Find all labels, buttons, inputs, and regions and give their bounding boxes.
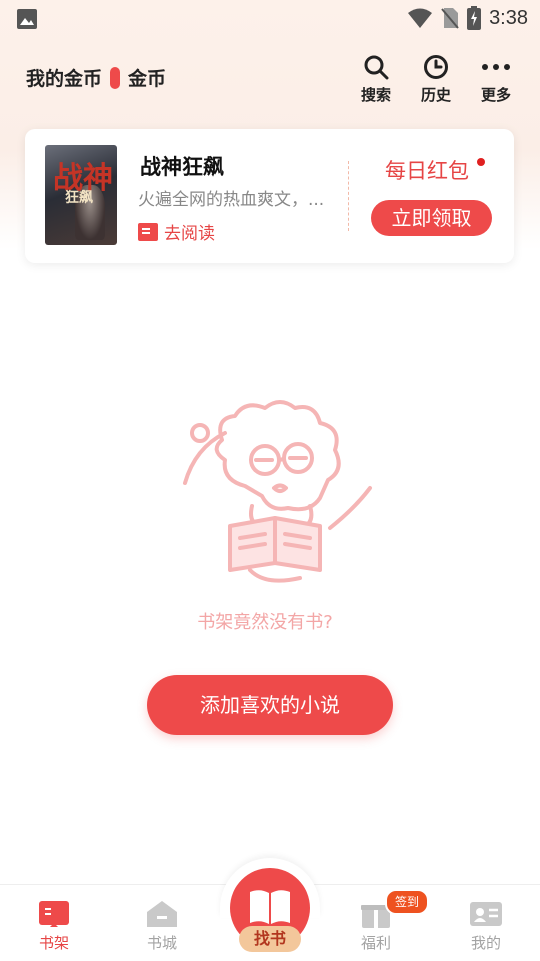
go-read-link[interactable]: 去阅读 bbox=[138, 219, 215, 244]
more-icon bbox=[482, 64, 510, 70]
notification-dot bbox=[477, 158, 485, 166]
home-icon bbox=[147, 901, 177, 927]
bookshelf-icon bbox=[39, 901, 69, 927]
more-button[interactable]: 更多 bbox=[476, 54, 516, 105]
add-favorite-novels-button[interactable]: 添加喜欢的小说 bbox=[147, 675, 393, 735]
profile-card-icon bbox=[470, 902, 502, 926]
book-title[interactable]: 战神狂飙 bbox=[140, 151, 224, 181]
search-icon bbox=[364, 55, 389, 80]
tab-find-book-label[interactable]: 找书 bbox=[239, 926, 301, 952]
tab-bookshelf-label: 书架 bbox=[38, 934, 69, 952]
tab-mine[interactable]: 我的 bbox=[441, 885, 531, 961]
search-button[interactable]: 搜索 bbox=[356, 54, 396, 105]
header: 我的金币 0 金币 搜索 历史 更多 bbox=[0, 50, 540, 110]
coin-summary[interactable]: 我的金币 0 金币 bbox=[26, 64, 166, 91]
cover-subtitle: 狂飙 bbox=[65, 190, 93, 206]
tab-bookstore-label: 书城 bbox=[146, 934, 177, 952]
book-cover[interactable]: 战神 狂飙 bbox=[45, 145, 117, 245]
battery-charging-icon bbox=[467, 6, 482, 30]
history-label: 历史 bbox=[420, 86, 451, 104]
status-bar: 3:38 bbox=[0, 0, 540, 36]
empty-shelf-message: 书架竟然没有书? bbox=[197, 612, 333, 633]
sheep-reading-illustration bbox=[183, 400, 372, 583]
coin-value: 0 bbox=[110, 66, 121, 89]
no-sim-icon bbox=[441, 8, 459, 29]
recommend-card[interactable]: 战神 狂飙 战神狂飙 火遍全网的热血爽文，... 去阅读 每日红包 立即领取 bbox=[25, 129, 514, 263]
wifi-icon bbox=[408, 8, 433, 28]
search-label: 搜索 bbox=[360, 86, 391, 104]
clock-icon bbox=[424, 55, 448, 79]
status-time: 3:38 bbox=[489, 6, 528, 29]
tab-mine-label: 我的 bbox=[470, 934, 501, 952]
book-description: 火遍全网的热血爽文，... bbox=[138, 190, 325, 210]
signin-badge: 签到 bbox=[385, 889, 430, 915]
daily-red-packet-label: 每日红包 bbox=[385, 159, 469, 183]
my-coins-label: 我的金币 bbox=[26, 68, 103, 90]
go-read-label: 去阅读 bbox=[164, 224, 215, 244]
card-divider bbox=[348, 161, 349, 231]
tab-welfare-label: 福利 bbox=[360, 934, 391, 952]
coin-unit: 金币 bbox=[128, 68, 167, 90]
tab-bookshelf[interactable]: 书架 bbox=[9, 885, 99, 961]
book-icon bbox=[138, 222, 158, 241]
claim-button[interactable]: 立即领取 bbox=[371, 200, 492, 236]
image-notification-icon bbox=[17, 9, 37, 29]
more-label: 更多 bbox=[480, 86, 511, 104]
tab-bookstore[interactable]: 书城 bbox=[117, 885, 207, 961]
history-button[interactable]: 历史 bbox=[416, 54, 456, 105]
